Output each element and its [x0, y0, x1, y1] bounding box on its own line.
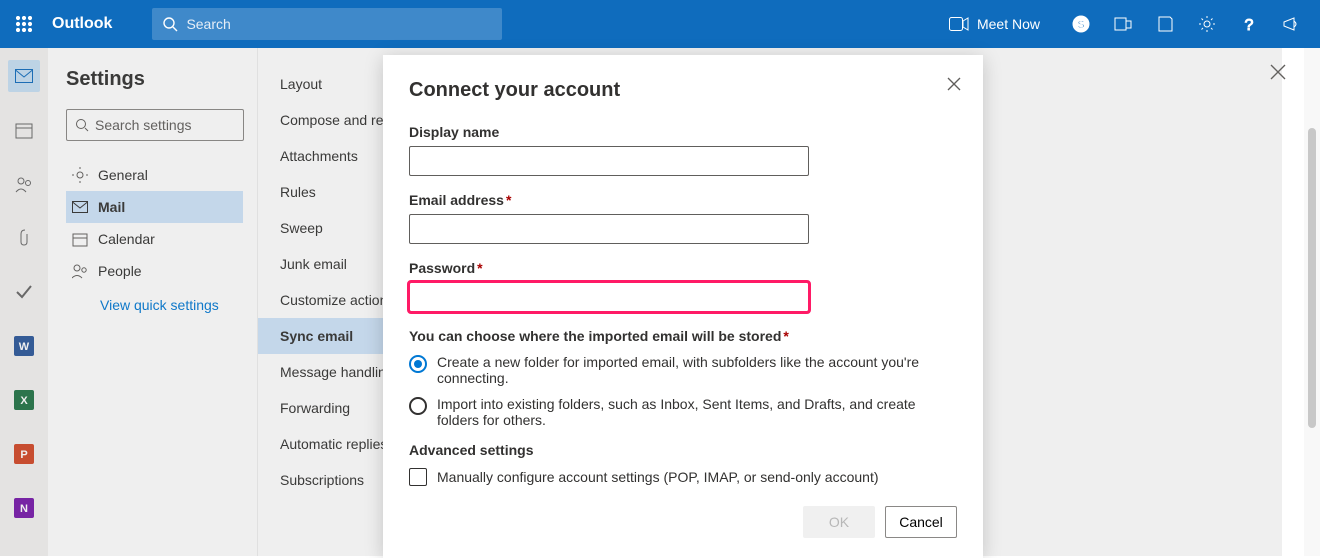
- settings-title: Settings: [66, 68, 243, 91]
- view-quick-settings-link[interactable]: View quick settings: [66, 287, 243, 313]
- password-label: Password*: [409, 260, 957, 276]
- search-icon: [162, 16, 178, 32]
- store-intro: You can choose where the imported email …: [409, 328, 957, 344]
- connect-account-dialog: Connect your account Display name Email …: [383, 55, 983, 558]
- settings-search-placeholder: Search settings: [95, 117, 192, 133]
- rail-files-icon[interactable]: [8, 222, 40, 254]
- advanced-settings-heading: Advanced settings: [409, 442, 957, 458]
- ok-button[interactable]: OK: [803, 506, 875, 538]
- cancel-button[interactable]: Cancel: [885, 506, 957, 538]
- settings-cat-people[interactable]: People: [66, 255, 243, 287]
- left-app-rail: W X P N: [0, 48, 48, 556]
- rail-word-icon[interactable]: W: [8, 330, 40, 362]
- store-option-label: Import into existing folders, such as In…: [437, 396, 957, 428]
- cat-label: General: [98, 167, 148, 183]
- help-icon[interactable]: ?: [1240, 15, 1258, 33]
- search-placeholder: Search: [186, 16, 230, 32]
- store-option-new-folder[interactable]: Create a new folder for imported email, …: [409, 354, 957, 386]
- radio-icon: [409, 397, 427, 415]
- cat-label: People: [98, 263, 142, 279]
- password-input[interactable]: [409, 282, 809, 312]
- rail-people-icon[interactable]: [8, 168, 40, 200]
- settings-cat-general[interactable]: General: [66, 159, 243, 191]
- rail-calendar-icon[interactable]: [8, 114, 40, 146]
- svg-text:N: N: [20, 503, 28, 515]
- teams-icon[interactable]: [1114, 15, 1132, 33]
- notes-icon[interactable]: [1156, 15, 1174, 33]
- skype-icon[interactable]: S: [1072, 15, 1090, 33]
- rail-powerpoint-icon[interactable]: P: [8, 438, 40, 470]
- svg-text:P: P: [20, 449, 27, 461]
- people-icon: [72, 263, 88, 279]
- settings-icon[interactable]: [1198, 15, 1216, 33]
- camera-icon: [949, 17, 969, 31]
- manual-configure-checkbox[interactable]: Manually configure account settings (POP…: [409, 468, 957, 486]
- topbar: Outlook Search Meet Now S ?: [0, 0, 1320, 48]
- brand-label[interactable]: Outlook: [48, 15, 152, 33]
- email-address-label: Email address*: [409, 192, 957, 208]
- store-option-existing-folders[interactable]: Import into existing folders, such as In…: [409, 396, 957, 428]
- mail-icon: [72, 201, 88, 213]
- dialog-title: Connect your account: [409, 79, 957, 102]
- settings-panel: Settings Search settings General Mail Ca…: [48, 48, 258, 556]
- scrollbar[interactable]: [1304, 48, 1320, 556]
- svg-text:X: X: [20, 395, 28, 407]
- rail-todo-icon[interactable]: [8, 276, 40, 308]
- meet-now-label: Meet Now: [977, 16, 1040, 32]
- settings-cat-calendar[interactable]: Calendar: [66, 223, 243, 255]
- checkbox-icon: [409, 468, 427, 486]
- display-name-label: Display name: [409, 124, 957, 140]
- email-address-input[interactable]: [409, 214, 809, 244]
- announcement-icon[interactable]: [1282, 15, 1300, 33]
- radio-icon: [409, 355, 427, 373]
- manual-configure-label: Manually configure account settings (POP…: [437, 469, 879, 485]
- settings-search[interactable]: Search settings: [66, 109, 244, 141]
- cat-label: Mail: [98, 199, 125, 215]
- global-search[interactable]: Search: [152, 8, 502, 40]
- rail-onenote-icon[interactable]: N: [8, 492, 40, 524]
- dialog-close-icon[interactable]: [947, 77, 961, 91]
- topbar-icons: S ?: [1052, 15, 1320, 33]
- display-name-input[interactable]: [409, 146, 809, 176]
- settings-categories: General Mail Calendar People: [66, 159, 243, 287]
- svg-text:W: W: [19, 341, 30, 353]
- store-option-label: Create a new folder for imported email, …: [437, 354, 957, 386]
- rail-excel-icon[interactable]: X: [8, 384, 40, 416]
- calendar-icon: [72, 231, 88, 247]
- dialog-actions: OK Cancel: [409, 506, 957, 538]
- svg-text:?: ?: [1245, 17, 1254, 33]
- svg-text:S: S: [1077, 19, 1084, 31]
- search-icon: [75, 118, 89, 132]
- meet-now-button[interactable]: Meet Now: [937, 16, 1052, 32]
- gear-icon: [72, 167, 88, 183]
- settings-close-icon[interactable]: [1270, 64, 1286, 80]
- settings-cat-mail[interactable]: Mail: [66, 191, 243, 223]
- cat-label: Calendar: [98, 231, 155, 247]
- app-launcher-icon[interactable]: [0, 0, 48, 48]
- rail-mail-icon[interactable]: [8, 60, 40, 92]
